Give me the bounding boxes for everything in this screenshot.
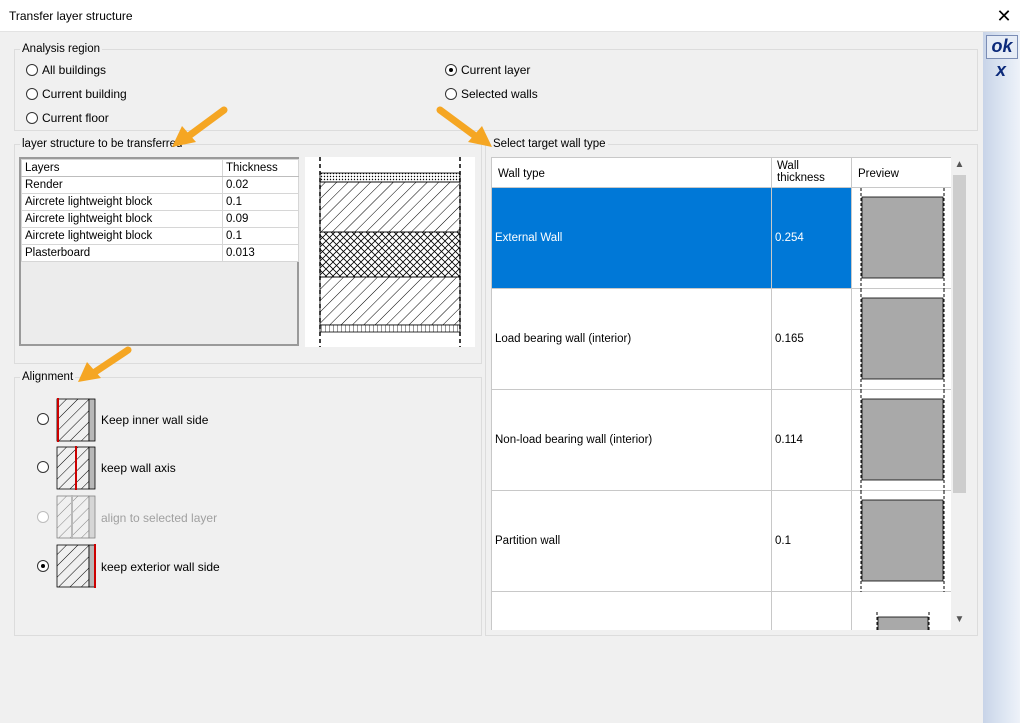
table-row[interactable]: Aircrete lightweight block 0.1 [21, 227, 299, 245]
wall-type-cell: External Wall [492, 188, 772, 289]
radio-current-layer[interactable] [445, 64, 457, 76]
table-row[interactable]: Plasterboard 0.013 [21, 244, 299, 262]
wall-preview-icon [860, 490, 945, 592]
layer-plasterboard-band [319, 324, 461, 333]
label-align-selected-layer: align to selected layer [101, 511, 218, 525]
wall-preview-icon [860, 187, 945, 289]
wall-preview-icon [860, 288, 945, 390]
radio-selected-walls[interactable] [445, 88, 457, 100]
annotation-arrow-icon [78, 346, 132, 382]
keep-wall-axis-icon [56, 446, 96, 490]
scroll-up-icon[interactable]: ▲ [951, 159, 968, 173]
layer-section-preview [305, 157, 475, 347]
layer-block-band [319, 231, 461, 278]
wall-type-cell [492, 592, 772, 630]
target-wall-legend: Select target wall type [491, 138, 608, 150]
annotation-arrow-icon [436, 106, 492, 147]
preview-cell [852, 592, 951, 630]
label-current-layer: Current layer [461, 63, 531, 77]
preview-cell [852, 187, 951, 289]
layer-thickness: 0.02 [222, 176, 299, 194]
ok-button[interactable]: ok [986, 35, 1018, 59]
label-keep-wall-axis: keep wall axis [101, 461, 176, 475]
wall-type-cell: Partition wall [492, 491, 772, 592]
layers-table-frame: Layers Thickness Render 0.02 Aircrete lig… [19, 157, 299, 346]
layer-thickness: 0.013 [222, 244, 299, 262]
layer-name: Aircrete lightweight block [21, 227, 223, 245]
title-bar [0, 0, 1020, 32]
wall-thickness-cell: 0.254 [772, 188, 852, 289]
label-current-building: Current building [42, 87, 127, 101]
keep-inner-side-icon [56, 398, 96, 442]
radio-align-selected-layer[interactable] [37, 511, 49, 523]
radio-keep-inner-side[interactable] [37, 413, 49, 425]
close-icon[interactable]: ✕ [993, 6, 1015, 26]
label-selected-walls: Selected walls [461, 87, 538, 101]
cancel-button[interactable]: x [986, 60, 1016, 82]
layer-name: Aircrete lightweight block [21, 210, 223, 228]
analysis-region-legend: Analysis region [20, 43, 102, 55]
preview-cell [852, 490, 951, 592]
column-header-wall-type[interactable]: Wall type [492, 158, 772, 188]
layer-name: Plasterboard [21, 244, 223, 262]
label-current-floor: Current floor [42, 111, 109, 125]
preview-cell [852, 389, 951, 491]
layer-thickness: 0.1 [222, 193, 299, 211]
layer-name: Aircrete lightweight block [21, 193, 223, 211]
radio-all-buildings[interactable] [26, 64, 38, 76]
column-header-layers: Layers [21, 159, 223, 177]
layer-name: Render [21, 176, 223, 194]
radio-current-building[interactable] [26, 88, 38, 100]
wall-preview-icon [860, 389, 945, 491]
label-all-buildings: All buildings [42, 63, 107, 77]
window-title: Transfer layer structure [9, 9, 133, 23]
label-keep-exterior-side: keep exterior wall side [101, 560, 220, 574]
layer-thickness: 0.1 [222, 227, 299, 245]
label-keep-inner-side: Keep inner wall side [101, 413, 209, 427]
layer-block-band [319, 276, 461, 326]
wall-thickness-cell: 0.1 [772, 491, 852, 592]
wall-thickness-cell [772, 592, 852, 630]
table-row[interactable]: Render 0.02 [21, 176, 299, 194]
wall-type-cell: Load bearing wall (interior) [492, 289, 772, 390]
layer-structure-legend: layer structure to be transferred [20, 138, 185, 150]
table-row[interactable]: Aircrete lightweight block 0.09 [21, 210, 299, 228]
layer-block-band [319, 181, 461, 233]
preview-cell [852, 288, 951, 390]
radio-keep-wall-axis[interactable] [37, 461, 49, 473]
layers-table: Layers Thickness Render 0.02 Aircrete lig… [21, 159, 299, 262]
radio-current-floor[interactable] [26, 112, 38, 124]
wall-thickness-cell: 0.165 [772, 289, 852, 390]
side-toolbar [983, 32, 1020, 723]
scroll-down-icon[interactable]: ▼ [951, 614, 968, 628]
wall-thickness-cell: 0.114 [772, 390, 852, 491]
annotation-arrow-icon [172, 106, 228, 147]
column-header-thickness: Thickness [222, 159, 299, 177]
wall-type-grid: Wall type Wall thickness Preview Externa… [491, 157, 951, 630]
layer-thickness: 0.09 [222, 210, 299, 228]
align-selected-layer-icon [56, 495, 96, 539]
column-header-preview[interactable]: Preview [852, 158, 951, 188]
wall-preview-icon [876, 611, 930, 630]
wall-type-cell: Non-load bearing wall (interior) [492, 390, 772, 491]
layer-render-band [319, 172, 461, 183]
scrollbar-thumb[interactable] [953, 175, 966, 493]
radio-keep-exterior-side[interactable] [37, 560, 49, 572]
column-header-wall-thickness[interactable]: Wall thickness [772, 158, 852, 188]
alignment-legend: Alignment [20, 371, 76, 383]
table-row[interactable]: Aircrete lightweight block 0.1 [21, 193, 299, 211]
keep-exterior-side-icon [56, 544, 96, 588]
